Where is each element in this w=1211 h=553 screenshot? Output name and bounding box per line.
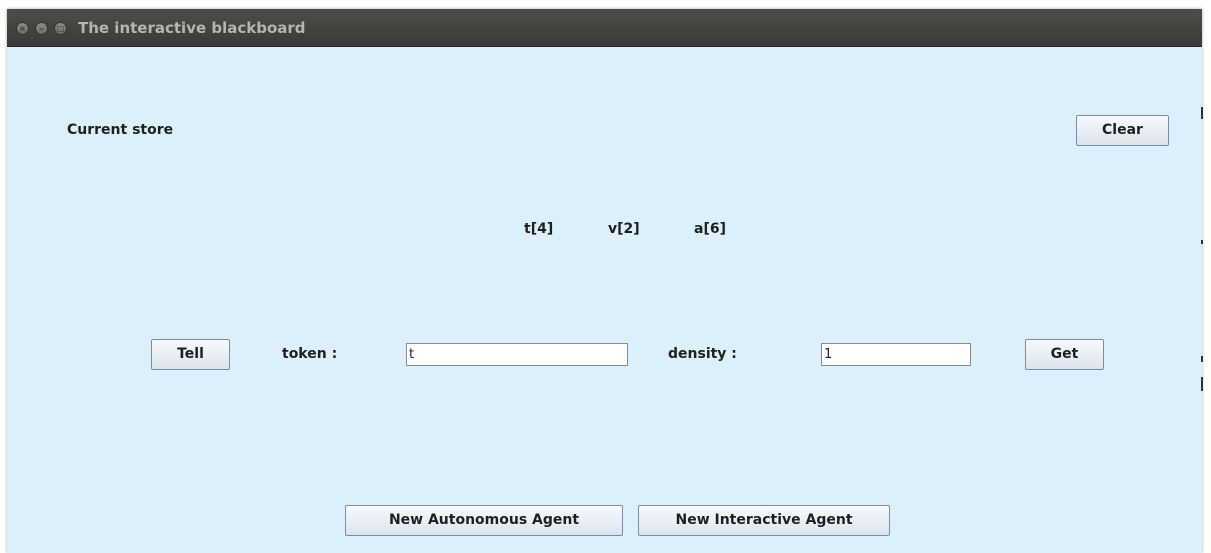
edge-marker <box>1201 240 1203 244</box>
title-bar: × – □ The interactive blackboard <box>7 9 1202 47</box>
edge-marker <box>1201 356 1203 362</box>
maximize-icon[interactable]: □ <box>54 22 67 35</box>
clear-button[interactable]: Clear <box>1076 115 1169 146</box>
store-item-a: a[6] <box>694 221 726 237</box>
density-input[interactable]: 1 <box>821 343 971 366</box>
app-window: × – □ The interactive blackboard Current… <box>7 9 1202 553</box>
token-input[interactable]: t <box>406 343 628 366</box>
token-label: token : <box>282 346 338 362</box>
current-store-label: Current store <box>67 122 174 138</box>
edge-marker <box>1201 377 1203 391</box>
store-item-t: t[4] <box>524 221 554 237</box>
get-button[interactable]: Get <box>1025 339 1104 370</box>
edge-marker <box>1201 107 1203 119</box>
minimize-icon[interactable]: – <box>35 22 48 35</box>
close-icon[interactable]: × <box>16 22 29 35</box>
new-interactive-agent-button[interactable]: New Interactive Agent <box>638 505 890 536</box>
store-item-v: v[2] <box>608 221 640 237</box>
tell-button[interactable]: Tell <box>151 339 230 370</box>
density-label: density : <box>668 346 737 362</box>
window-title: The interactive blackboard <box>78 19 306 37</box>
new-autonomous-agent-button[interactable]: New Autonomous Agent <box>345 505 623 536</box>
